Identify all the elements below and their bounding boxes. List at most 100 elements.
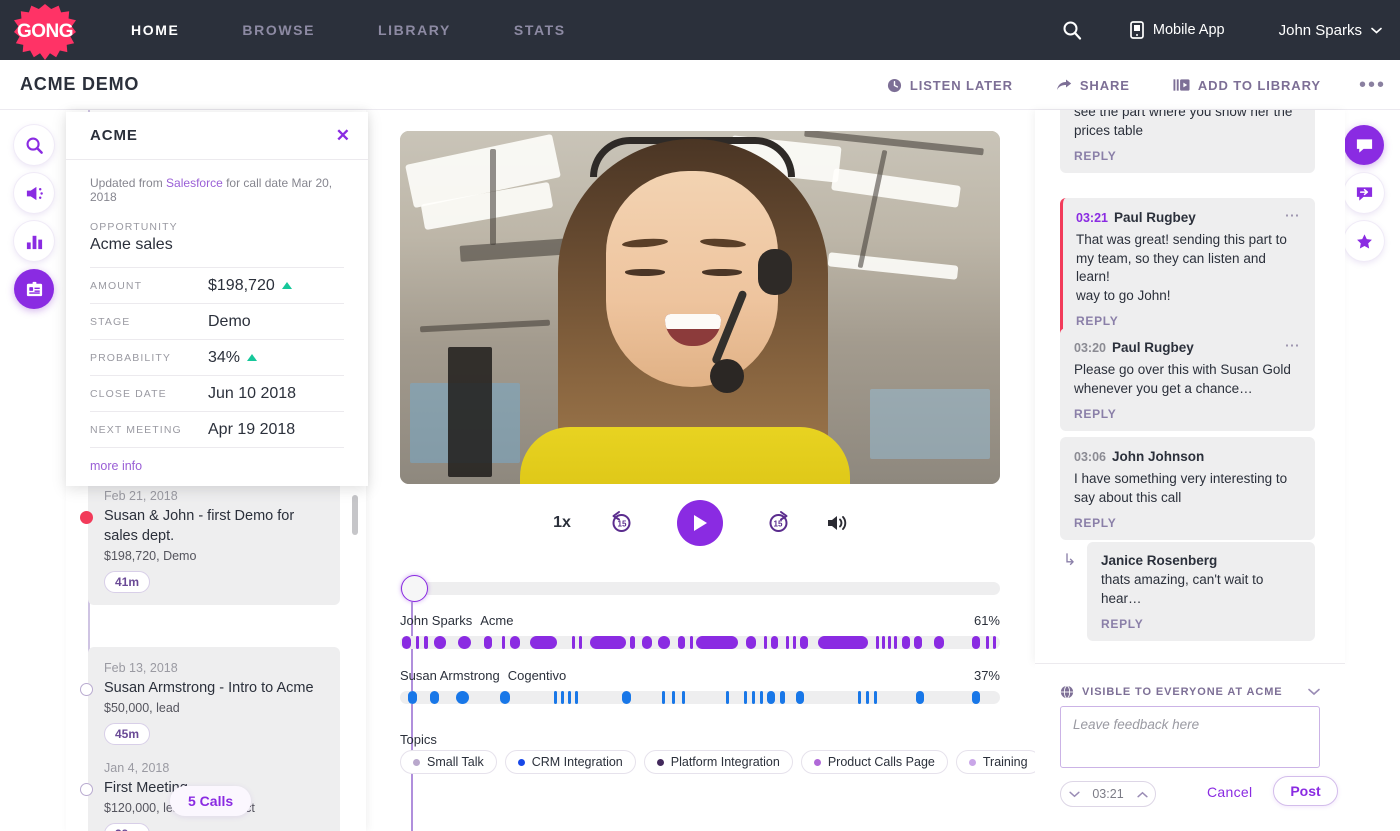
calls-count-badge[interactable]: 5 Calls — [170, 786, 252, 816]
nav-tab-stats[interactable]: STATS — [514, 22, 566, 38]
chevron-down-icon — [1308, 688, 1320, 696]
call-duration-badge: 45m — [104, 723, 151, 745]
left-tool-rail — [14, 125, 56, 317]
opportunity-label: OPPORTUNITY — [90, 221, 178, 233]
rail-stats-button[interactable] — [14, 221, 54, 261]
talk-segment — [510, 636, 521, 649]
subheader-actions: LISTEN LATER SHARE ADD TO LIBRARY ••• — [844, 60, 1386, 110]
speaker-activity-bar-susan[interactable] — [400, 691, 1000, 704]
rail-keywords-button[interactable] — [14, 173, 54, 213]
rail-favorites-button[interactable] — [1344, 221, 1384, 261]
list-item[interactable]: Feb 13, 2018 Susan Armstrong - Intro to … — [80, 647, 340, 757]
speaker-name-susan: Susan Armstrong Cogentivo — [400, 668, 566, 683]
field-value-wrap: Demo — [208, 313, 251, 331]
rail-share-comment-button[interactable] — [1344, 173, 1384, 213]
comment-card[interactable]: see the part where you show her the pric… — [1060, 110, 1315, 173]
talk-segment — [690, 636, 693, 649]
nav-tab-browse[interactable]: BROWSE — [242, 22, 315, 38]
cancel-button[interactable]: Cancel — [1207, 784, 1252, 800]
playback-scrubber-handle[interactable] — [401, 575, 428, 602]
close-icon[interactable]: ✕ — [336, 127, 350, 144]
timestamp-stepper[interactable]: 03:21 — [1060, 781, 1156, 807]
topic-chip[interactable]: Product Calls Page — [800, 750, 948, 774]
talk-segment — [746, 636, 756, 649]
comment-timestamp[interactable]: 03:06 — [1074, 450, 1106, 464]
topic-chip[interactable]: Training — [955, 750, 1041, 774]
forward-15-button[interactable]: 15 — [748, 509, 808, 537]
timestamp-decrease-button[interactable] — [1061, 782, 1087, 806]
topic-color-dot — [413, 758, 420, 766]
rail-crm-button[interactable] — [14, 269, 54, 309]
user-menu[interactable]: John Sparks — [1279, 22, 1382, 39]
add-to-library-button[interactable]: ADD TO LIBRARY — [1173, 78, 1321, 93]
more-options-button[interactable]: ••• — [1359, 75, 1386, 95]
talk-segment — [796, 691, 804, 704]
more-info-link[interactable]: more info — [90, 447, 344, 486]
rewind-15-icon: 15 — [612, 511, 631, 532]
left-panel-scrollbar[interactable] — [352, 495, 358, 535]
comment-timestamp[interactable]: 03:21 — [1076, 211, 1108, 225]
reply-button[interactable]: REPLY — [1101, 617, 1301, 631]
field-label: CLOSE DATE — [90, 387, 167, 400]
reply-button[interactable]: REPLY — [1074, 407, 1301, 421]
listen-later-button[interactable]: LISTEN LATER — [887, 78, 1013, 93]
talk-segment — [752, 691, 755, 704]
topic-chip[interactable]: Platform Integration — [643, 750, 793, 774]
volume-button[interactable] — [808, 513, 868, 533]
rail-search-button[interactable] — [14, 125, 54, 165]
talk-segment — [402, 636, 411, 649]
talk-segment — [800, 636, 808, 649]
playback-progress-track[interactable] — [400, 582, 1000, 595]
opportunity-field-amount: AMOUNT $198,720 — [90, 267, 344, 303]
comment-card[interactable]: 03:20 Paul Rugbey ⋯ Please go over this w… — [1060, 328, 1315, 431]
call-date: Feb 13, 2018 — [104, 661, 178, 675]
nav-tab-home[interactable]: HOME — [131, 22, 179, 38]
reply-button[interactable]: REPLY — [1076, 314, 1301, 328]
opportunity-field-stage: STAGE Demo — [90, 303, 344, 339]
topic-chip[interactable]: Small Talk — [400, 750, 497, 774]
comment-meta: 03:21 Paul Rugbey — [1076, 209, 1196, 227]
comment-card[interactable]: 03:06 John Johnson I have something very … — [1060, 437, 1315, 540]
opportunity-card: ACME ✕ Updated from Salesforce for call … — [66, 112, 368, 486]
account-name: ACME — [90, 127, 138, 144]
topic-label: Product Calls Page — [827, 755, 935, 769]
comment-body: Please go over this with Susan Gold when… — [1074, 362, 1291, 396]
office-equipment — [448, 347, 492, 477]
reply-button[interactable]: REPLY — [1074, 516, 1301, 530]
call-video-player[interactable] — [400, 131, 1000, 484]
talk-segment — [888, 636, 891, 649]
topic-chip[interactable]: CRM Integration — [504, 750, 636, 774]
share-button[interactable]: SHARE — [1056, 78, 1130, 93]
nav-tab-library[interactable]: LIBRARY — [378, 22, 451, 38]
comment-options-button[interactable]: ⋯ — [1285, 208, 1302, 223]
timestamp-increase-button[interactable] — [1129, 782, 1155, 806]
opportunity-field-probability: PROBABILITY 34% — [90, 339, 344, 375]
comment-card[interactable]: 03:21 Paul Rugbey ⋯ That was great! sendi… — [1060, 198, 1315, 338]
gong-logo[interactable]: GONG — [14, 4, 76, 60]
speaker-name-john: John Sparks Acme — [400, 613, 514, 628]
salesforce-link[interactable]: Salesforce — [166, 176, 223, 190]
comment-options-button[interactable]: ⋯ — [1285, 338, 1302, 353]
speaker-activity-bar-john[interactable] — [400, 636, 1000, 649]
rewind-15-button[interactable]: 15 — [592, 509, 652, 537]
reply-button[interactable]: REPLY — [1074, 149, 1301, 163]
topic-label: Training — [982, 755, 1028, 769]
visibility-selector[interactable]: VISIBLE TO EVERYONE AT ACME — [1060, 685, 1320, 699]
field-value-wrap: $198,720 — [208, 277, 292, 295]
search-icon[interactable] — [1062, 20, 1082, 40]
globe-icon — [1060, 685, 1074, 699]
mobile-app-link[interactable]: Mobile App — [1130, 21, 1225, 39]
comment-card[interactable]: Janice Rosenberg thats amazing, can't wa… — [1087, 542, 1315, 641]
talk-segment — [972, 691, 980, 704]
playback-speed-button[interactable]: 1x — [532, 514, 592, 532]
play-button[interactable] — [677, 500, 723, 546]
talk-segment — [554, 691, 557, 704]
feedback-input[interactable] — [1060, 706, 1320, 768]
rail-comments-button[interactable] — [1344, 125, 1384, 165]
chevron-down-icon — [1068, 791, 1080, 797]
comment-timestamp[interactable]: 03:20 — [1074, 341, 1106, 355]
post-button[interactable]: Post — [1273, 776, 1338, 806]
talk-segment — [696, 636, 738, 649]
list-item[interactable]: Feb 21, 2018 Susan & John - first Demo f… — [80, 475, 340, 605]
topic-color-dot — [968, 758, 976, 766]
